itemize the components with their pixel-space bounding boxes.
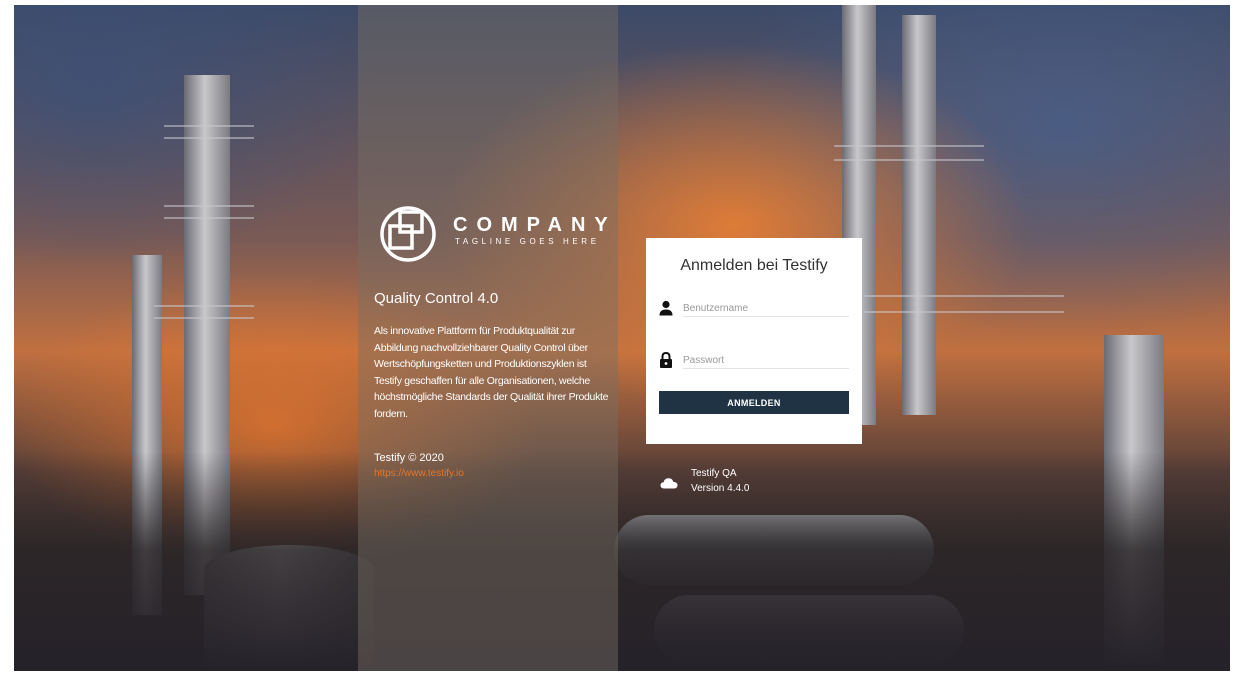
refinery-rail xyxy=(154,305,254,319)
password-input[interactable] xyxy=(683,352,849,369)
background-image: COMPANY TAGLINE GOES HERE Quality Contro… xyxy=(14,5,1230,671)
company-logo-icon xyxy=(380,206,436,262)
plant-ground xyxy=(14,451,1230,671)
logo-name: COMPANY xyxy=(453,214,617,236)
password-field xyxy=(659,350,849,370)
refinery-rail xyxy=(164,125,254,139)
info-panel: COMPANY TAGLINE GOES HERE Quality Contro… xyxy=(358,5,618,671)
login-button[interactable]: ANMELDEN xyxy=(659,391,849,414)
version-number: Version 4.4.0 xyxy=(691,483,750,494)
copyright: Testify © 2020 xyxy=(374,452,444,464)
company-logo: COMPANY TAGLINE GOES HERE xyxy=(378,200,608,270)
lock-icon xyxy=(660,352,672,368)
version-info: Testify QA Version 4.4.0 xyxy=(660,468,780,498)
refinery-rail xyxy=(164,205,254,219)
info-title: Quality Control 4.0 xyxy=(374,290,499,307)
user-icon xyxy=(659,300,673,316)
refinery-rail xyxy=(864,295,1064,313)
refinery-rail xyxy=(834,145,984,161)
info-description: Als innovative Plattform für Produktqual… xyxy=(374,325,609,420)
username-field xyxy=(659,298,849,318)
login-card: Anmelden bei Testify ANMELDEN xyxy=(646,238,862,444)
version-name: Testify QA xyxy=(691,468,737,479)
username-input[interactable] xyxy=(683,300,849,317)
chimney-right-2 xyxy=(902,15,936,415)
logo-tagline: TAGLINE GOES HERE xyxy=(455,237,600,246)
login-title: Anmelden bei Testify xyxy=(680,257,828,274)
website-link[interactable]: https://www.testify.io xyxy=(374,468,464,479)
cloud-icon xyxy=(660,478,678,489)
